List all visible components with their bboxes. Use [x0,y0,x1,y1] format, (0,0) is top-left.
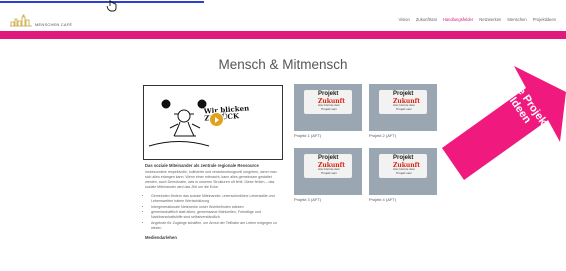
section-paragraph: Insbesondere respektvolle, kultivierte u… [145,170,277,189]
bullet-item: Angebote für Zugänge schaffen, um Armut … [151,221,283,231]
play-button[interactable] [210,113,223,126]
video-player[interactable]: Wir blicken ZURÜCK [143,85,283,160]
logo-text: MENSCHEN CAFÉ [35,22,73,27]
nav-item-projektideen[interactable]: Projektideen [533,17,556,22]
project-caption[interactable]: Projekt 2 (AFT) [369,133,437,138]
nav-item-vision[interactable]: Vision [398,17,409,22]
progress-fill [0,1,204,3]
project-thumb-inner: Projekt Zukunft Hier könnte dein Projekt… [379,90,427,114]
skyline-logo-icon [10,14,32,27]
project-card-2[interactable]: Projekt Zukunft Hier könnte dein Projekt… [369,84,437,138]
project-caption[interactable]: Projekt 4 (AFT) [369,197,437,202]
nav-item-netzwerken[interactable]: Netzwerken [479,17,501,22]
bullet-list: Gemeinden fördern das soziale Miteinande… [145,194,283,231]
hand-cursor-icon [106,0,117,12]
project-title: Projekt [393,91,414,97]
nav-item-handlungsfelder[interactable]: Handlungsfelder [443,17,474,22]
main-nav: Vision Zukunftsrat Handlungsfelder Netzw… [398,17,556,22]
project-line: Hier könnte dein Projekt sein [393,167,415,175]
bullet-item: Intergenerationale Netzwerke unser Wohlb… [151,205,283,210]
project-title: Projekt [393,155,414,161]
content-text: Das soziale Miteinander als zentrale reg… [145,163,283,240]
project-thumb-inner: Projekt Zukunft Hier könnte dein Projekt… [379,154,427,178]
project-caption[interactable]: Projekt 1 (AFT) [294,133,362,138]
project-thumb-inner: Projekt Zukunft Hier könnte dein Projekt… [304,154,352,178]
project-title: Projekt [318,91,339,97]
bullet-item: Gemeinden fördern das soziale Miteinande… [151,194,283,204]
project-thumbnail[interactable]: Projekt Zukunft Hier könnte dein Projekt… [294,84,362,131]
nav-item-menschen[interactable]: Menschen [507,17,526,22]
site-header: MENSCHEN CAFÉ Vision Zukunftsrat Handlun… [0,12,566,30]
project-card-1[interactable]: Projekt Zukunft Hier könnte dein Projekt… [294,84,362,138]
site-logo[interactable]: MENSCHEN CAFÉ [10,13,72,27]
bullet-item: gemeinschaftlich statt allein, gemeinsam… [151,210,283,220]
progress-bar [0,0,566,4]
project-thumbnail[interactable]: Projekt Zukunft Hier könnte dein Projekt… [294,148,362,195]
project-line: Hier könnte dein Projekt sein [318,103,340,111]
project-card-3[interactable]: Projekt Zukunft Hier könnte dein Projekt… [294,148,362,202]
accent-bar [0,31,566,39]
project-title: Projekt [318,155,339,161]
section-subhead: Das soziale Miteinander als zentrale reg… [145,163,259,168]
project-line: Hier könnte dein Projekt sein [318,167,340,175]
project-thumb-inner: Projekt Zukunft Hier könnte dein Projekt… [304,90,352,114]
nav-item-zukunftsrat[interactable]: Zukunftsrat [416,17,437,22]
project-card-4[interactable]: Projekt Zukunft Hier könnte dein Projekt… [369,148,437,202]
section-subhead-2: Mediendarlehen [145,234,177,240]
project-caption[interactable]: Projekt 3 (AFT) [294,197,362,202]
project-line: Hier könnte dein Projekt sein [393,103,415,111]
project-thumbnail[interactable]: Projekt Zukunft Hier könnte dein Projekt… [369,84,437,131]
project-thumbnail[interactable]: Projekt Zukunft Hier könnte dein Projekt… [369,148,437,195]
